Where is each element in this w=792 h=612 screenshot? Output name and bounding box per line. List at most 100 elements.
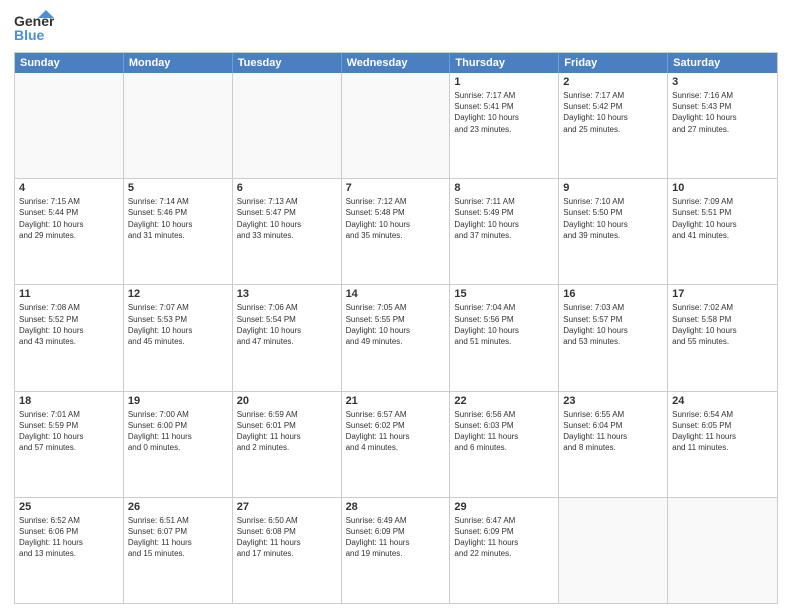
day-info: Sunrise: 6:51 AM Sunset: 6:07 PM Dayligh… [128,515,228,560]
day-number: 27 [237,501,337,513]
day-cell-13: 13Sunrise: 7:06 AM Sunset: 5:54 PM Dayli… [233,285,342,390]
day-number: 3 [672,76,773,88]
day-number: 9 [563,182,663,194]
day-cell-1: 1 Sunrise: 7:17 AM Sunset: 5:41 PM Daylig… [450,73,559,178]
day-cell-10: 10Sunrise: 7:09 AM Sunset: 5:51 PM Dayli… [668,179,777,284]
day-number: 16 [563,288,663,300]
weekday-header-friday: Friday [559,53,668,73]
day-number: 17 [672,288,773,300]
day-cell-25: 25 Sunrise: 6:52 AM Sunset: 6:06 PM Dayli… [15,498,124,603]
empty-cell [124,73,233,178]
logo: General Blue [14,10,58,46]
calendar-row-3: 18 Sunrise: 7:01 AM Sunset: 5:59 PM Dayli… [15,392,777,498]
day-info: Sunrise: 6:54 AM Sunset: 6:05 PM Dayligh… [672,409,773,454]
day-info: Sunrise: 6:55 AM Sunset: 6:04 PM Dayligh… [563,409,663,454]
weekday-header-tuesday: Tuesday [233,53,342,73]
empty-cell [342,73,451,178]
day-cell-28: 28 Sunrise: 6:49 AM Sunset: 6:09 PM Dayli… [342,498,451,603]
day-cell-23: 23 Sunrise: 6:55 AM Sunset: 6:04 PM Dayli… [559,392,668,497]
day-info: Sunrise: 7:11 AM Sunset: 5:49 PM Dayligh… [454,196,554,241]
day-number: 22 [454,395,554,407]
day-cell-16: 16 Sunrise: 7:03 AM Sunset: 5:57 PM Dayli… [559,285,668,390]
day-number: 24 [672,395,773,407]
day-info: Sunrise: 6:56 AM Sunset: 6:03 PM Dayligh… [454,409,554,454]
day-info: Sunrise: 7:12 AM Sunset: 5:48 PM Dayligh… [346,196,446,241]
day-info: Sunrise: 7:17 AM Sunset: 5:42 PM Dayligh… [563,90,663,135]
day-cell-21: 21 Sunrise: 6:57 AM Sunset: 6:02 PM Dayli… [342,392,451,497]
day-number: 26 [128,501,228,513]
calendar: SundayMondayTuesdayWednesdayThursdayFrid… [14,52,778,604]
day-cell-9: 9 Sunrise: 7:10 AM Sunset: 5:50 PM Daylig… [559,179,668,284]
day-number: 28 [346,501,446,513]
day-cell-12: 12 Sunrise: 7:07 AM Sunset: 5:53 PM Dayli… [124,285,233,390]
day-number: 19 [128,395,228,407]
day-info: Sunrise: 7:01 AM Sunset: 5:59 PM Dayligh… [19,409,119,454]
page: General Blue SundayMondayTuesdayWednesda… [0,0,792,612]
calendar-header: SundayMondayTuesdayWednesdayThursdayFrid… [15,53,777,73]
day-number: 1 [454,76,554,88]
calendar-row-1: 4Sunrise: 7:15 AM Sunset: 5:44 PM Daylig… [15,179,777,285]
day-info: Sunrise: 7:17 AM Sunset: 5:41 PM Dayligh… [454,90,554,135]
day-cell-17: 17 Sunrise: 7:02 AM Sunset: 5:58 PM Dayli… [668,285,777,390]
weekday-header-saturday: Saturday [668,53,777,73]
day-number: 23 [563,395,663,407]
day-number: 14 [346,288,446,300]
day-cell-18: 18 Sunrise: 7:01 AM Sunset: 5:59 PM Dayli… [15,392,124,497]
day-cell-11: 11 Sunrise: 7:08 AM Sunset: 5:52 PM Dayli… [15,285,124,390]
day-cell-26: 26 Sunrise: 6:51 AM Sunset: 6:07 PM Dayli… [124,498,233,603]
day-info: Sunrise: 6:57 AM Sunset: 6:02 PM Dayligh… [346,409,446,454]
empty-cell [559,498,668,603]
day-cell-20: 20 Sunrise: 6:59 AM Sunset: 6:01 PM Dayli… [233,392,342,497]
day-info: Sunrise: 7:02 AM Sunset: 5:58 PM Dayligh… [672,302,773,347]
empty-cell [15,73,124,178]
day-cell-27: 27 Sunrise: 6:50 AM Sunset: 6:08 PM Dayli… [233,498,342,603]
day-cell-14: 14 Sunrise: 7:05 AM Sunset: 5:55 PM Dayli… [342,285,451,390]
logo-icon: General Blue [14,10,54,46]
day-number: 25 [19,501,119,513]
day-number: 11 [19,288,119,300]
day-cell-7: 7 Sunrise: 7:12 AM Sunset: 5:48 PM Daylig… [342,179,451,284]
day-cell-24: 24 Sunrise: 6:54 AM Sunset: 6:05 PM Dayli… [668,392,777,497]
day-info: Sunrise: 6:50 AM Sunset: 6:08 PM Dayligh… [237,515,337,560]
day-info: Sunrise: 7:00 AM Sunset: 6:00 PM Dayligh… [128,409,228,454]
day-info: Sunrise: 7:07 AM Sunset: 5:53 PM Dayligh… [128,302,228,347]
day-number: 21 [346,395,446,407]
day-cell-19: 19 Sunrise: 7:00 AM Sunset: 6:00 PM Dayli… [124,392,233,497]
day-number: 12 [128,288,228,300]
day-cell-22: 22 Sunrise: 6:56 AM Sunset: 6:03 PM Dayli… [450,392,559,497]
day-cell-15: 15 Sunrise: 7:04 AM Sunset: 5:56 PM Dayli… [450,285,559,390]
day-number: 15 [454,288,554,300]
day-cell-8: 8Sunrise: 7:11 AM Sunset: 5:49 PM Daylig… [450,179,559,284]
day-cell-6: 6Sunrise: 7:13 AM Sunset: 5:47 PM Daylig… [233,179,342,284]
day-info: Sunrise: 6:49 AM Sunset: 6:09 PM Dayligh… [346,515,446,560]
day-number: 6 [237,182,337,194]
day-info: Sunrise: 7:09 AM Sunset: 5:51 PM Dayligh… [672,196,773,241]
day-number: 4 [19,182,119,194]
calendar-row-4: 25 Sunrise: 6:52 AM Sunset: 6:06 PM Dayli… [15,498,777,603]
empty-cell [668,498,777,603]
calendar-row-0: 1 Sunrise: 7:17 AM Sunset: 5:41 PM Daylig… [15,73,777,179]
calendar-row-2: 11 Sunrise: 7:08 AM Sunset: 5:52 PM Dayli… [15,285,777,391]
day-number: 7 [346,182,446,194]
day-info: Sunrise: 7:10 AM Sunset: 5:50 PM Dayligh… [563,196,663,241]
day-info: Sunrise: 7:03 AM Sunset: 5:57 PM Dayligh… [563,302,663,347]
weekday-header-wednesday: Wednesday [342,53,451,73]
day-number: 18 [19,395,119,407]
day-info: Sunrise: 7:14 AM Sunset: 5:46 PM Dayligh… [128,196,228,241]
day-cell-3: 3Sunrise: 7:16 AM Sunset: 5:43 PM Daylig… [668,73,777,178]
weekday-header-monday: Monday [124,53,233,73]
svg-text:Blue: Blue [14,27,45,43]
day-info: Sunrise: 7:08 AM Sunset: 5:52 PM Dayligh… [19,302,119,347]
weekday-header-thursday: Thursday [450,53,559,73]
day-info: Sunrise: 6:59 AM Sunset: 6:01 PM Dayligh… [237,409,337,454]
day-info: Sunrise: 7:04 AM Sunset: 5:56 PM Dayligh… [454,302,554,347]
empty-cell [233,73,342,178]
day-number: 5 [128,182,228,194]
day-number: 2 [563,76,663,88]
day-info: Sunrise: 7:05 AM Sunset: 5:55 PM Dayligh… [346,302,446,347]
day-info: Sunrise: 6:52 AM Sunset: 6:06 PM Dayligh… [19,515,119,560]
day-info: Sunrise: 6:47 AM Sunset: 6:09 PM Dayligh… [454,515,554,560]
day-number: 20 [237,395,337,407]
weekday-header-sunday: Sunday [15,53,124,73]
header: General Blue [14,10,778,46]
